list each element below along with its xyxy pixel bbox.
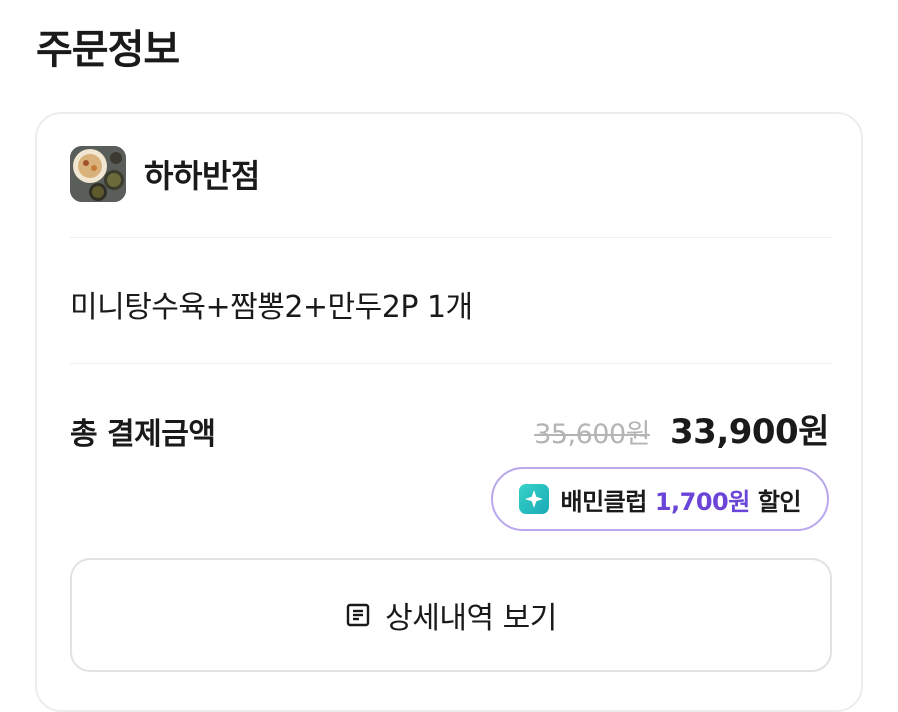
total-payment-label: 총 결제금액 bbox=[70, 417, 216, 452]
divider bbox=[70, 237, 832, 238]
original-price: 35,600원 bbox=[534, 419, 651, 450]
price-row: 35,600원 33,900원 bbox=[534, 404, 829, 453]
view-details-label: 상세내역 보기 bbox=[385, 601, 557, 636]
club-discount-amount: 1,700원 bbox=[654, 487, 751, 516]
divider bbox=[70, 363, 832, 364]
menu-item-line: 미니탕수육+짬뽕2+만두2P 1개 bbox=[70, 290, 473, 325]
view-details-button[interactable]: 상세내역 보기 bbox=[70, 558, 832, 672]
store-row[interactable]: 하하반점 bbox=[70, 146, 260, 202]
baemin-club-discount-badge[interactable]: 배민클럽 1,700원 할인 bbox=[490, 467, 829, 531]
club-label: 배민클럽 bbox=[560, 487, 648, 516]
document-list-icon bbox=[345, 602, 371, 628]
food-photo-icon bbox=[70, 146, 126, 202]
page-title: 주문정보 bbox=[36, 27, 180, 73]
club-discount-suffix: 할인 bbox=[757, 487, 802, 516]
final-price: 33,900원 bbox=[670, 412, 829, 452]
sparkle-icon bbox=[518, 484, 549, 514]
order-info-card: 하하반점 미니탕수육+짬뽕2+만두2P 1개 총 결제금액 35,600원 33… bbox=[35, 112, 863, 712]
store-name: 하하반점 bbox=[144, 157, 260, 195]
